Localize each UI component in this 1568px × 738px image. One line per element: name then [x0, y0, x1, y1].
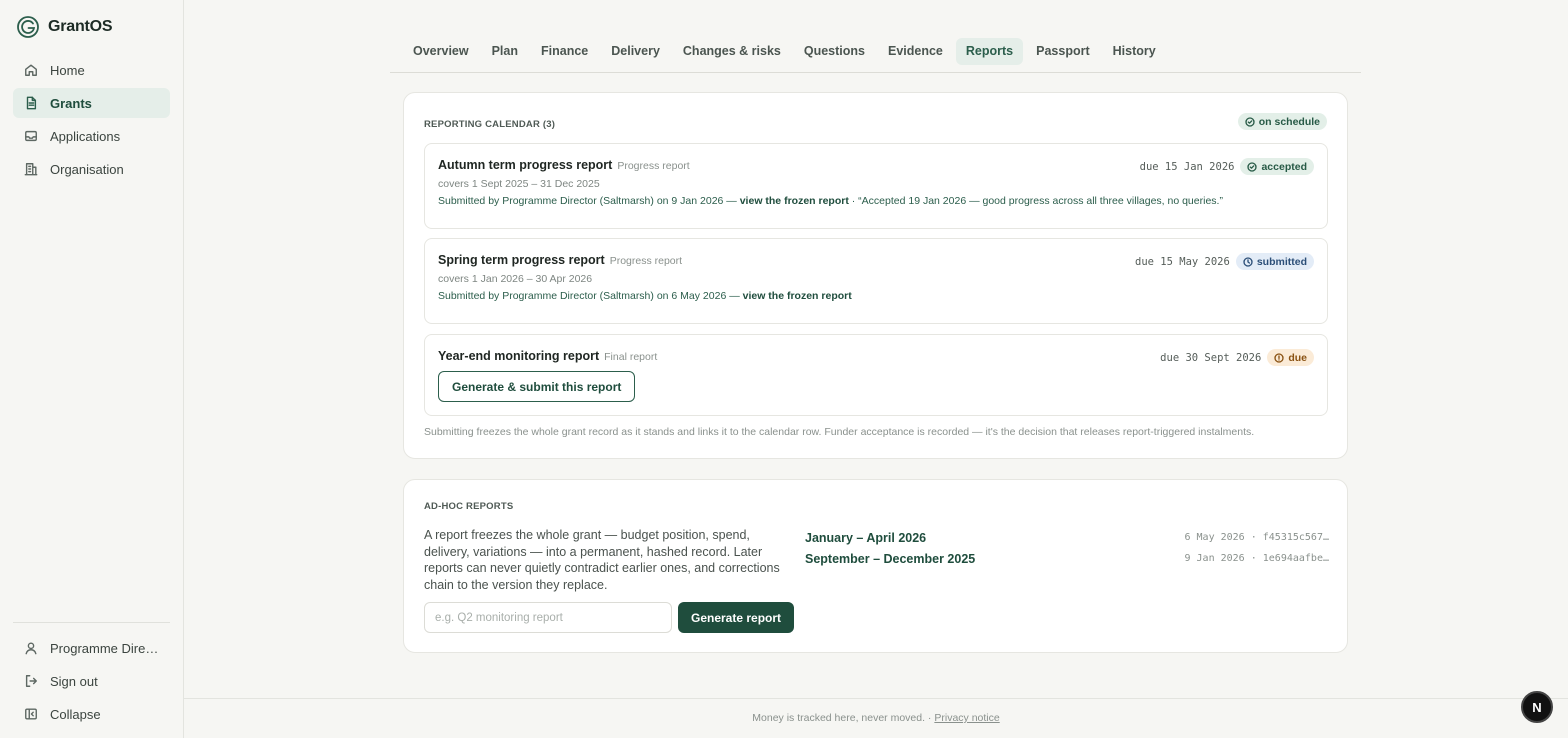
sidebar-item-label: Home [50, 62, 85, 78]
tab-passport[interactable]: Passport [1026, 38, 1100, 65]
reporting-calendar-card: REPORTING CALENDAR (3) on schedule Autum… [403, 92, 1348, 459]
tab-history[interactable]: History [1103, 38, 1166, 65]
sidebar-item-label: Grants [50, 95, 92, 111]
acceptance-note: · “Accepted 19 Jan 2026 — good progress … [848, 195, 1223, 207]
generate-submit-report-button[interactable]: Generate & submit this report [438, 371, 636, 402]
list-item: September – December 2025 9 Jan 2026 · 1… [805, 548, 1329, 569]
sidebar-item-grants[interactable]: Grants [13, 88, 170, 118]
grantos-logo-icon [17, 16, 39, 38]
footer-divider [184, 698, 1568, 699]
report-type: Progress report [609, 255, 683, 267]
sidebar-item-account[interactable]: Programme Direct… [13, 633, 170, 663]
sidebar-item-label: Collapse [50, 706, 101, 722]
check-circle-icon [1247, 161, 1258, 172]
view-frozen-report-link[interactable]: view the frozen report [743, 290, 852, 302]
document-icon [26, 96, 37, 110]
tab-questions[interactable]: Questions [794, 38, 875, 65]
adhoc-description: A report freezes the whole grant — budge… [424, 528, 780, 592]
grant-tabs: Overview Plan Finance Delivery Changes &… [390, 38, 1361, 73]
adhoc-report-meta: 9 Jan 2026 · 1e694aafbe… [1184, 553, 1330, 564]
sidebar: GrantOS Home Grants Applications Organis… [0, 0, 184, 738]
status-badge-text: submitted [1256, 255, 1307, 268]
tab-evidence[interactable]: Evidence [878, 38, 953, 65]
report-status-area: due 30 Sept 2026 due [1160, 349, 1314, 366]
app-name: GrantOS [48, 18, 113, 35]
tab-changes-risks[interactable]: Changes & risks [673, 38, 791, 65]
status-badge: accepted [1240, 158, 1314, 175]
submission-text: Submitted by Programme Director (Saltmar… [438, 195, 740, 207]
status-badge: submitted [1235, 253, 1314, 270]
privacy-notice-link[interactable]: Privacy notice [934, 712, 999, 724]
alert-circle-icon [1274, 352, 1284, 363]
sidebar-item-organisation[interactable]: Organisation [13, 154, 170, 184]
sign-out-icon [25, 675, 37, 687]
submission-info: Submitted by Programme Director (Saltmar… [438, 290, 852, 302]
adhoc-report-meta: 6 May 2026 · f45315c567… [1184, 532, 1330, 543]
report-name-input[interactable] [424, 602, 672, 633]
sidebar-item-label: Organisation [50, 161, 124, 177]
status-badge-text: accepted [1261, 160, 1307, 173]
due-date: due 15 May 2026 [1135, 255, 1230, 268]
brand[interactable]: GrantOS [16, 15, 113, 39]
inbox-icon [25, 130, 37, 142]
report-status-area: due 15 May 2026 submitted [1135, 253, 1314, 270]
submission-info: Submitted by Programme Director (Saltmar… [438, 195, 1223, 207]
clock-icon [1243, 256, 1253, 267]
sidebar-divider [13, 622, 170, 623]
tab-delivery[interactable]: Delivery [601, 38, 670, 65]
footer: Money is tracked here, never moved. · Pr… [184, 712, 1568, 724]
report-row: Autumn term progress report Progress repo… [424, 143, 1328, 229]
report-period: covers 1 Sept 2025 – 31 Dec 2025 [438, 178, 600, 190]
schedule-status-badge: on schedule [1237, 113, 1327, 130]
tab-plan[interactable]: Plan [482, 38, 528, 65]
sidebar-item-applications[interactable]: Applications [13, 121, 170, 151]
report-row: Spring term progress report Progress repo… [424, 238, 1328, 324]
sidebar-item-label: Programme Direct… [50, 640, 160, 656]
due-date: due 30 Sept 2026 [1160, 351, 1262, 364]
sidebar-item-home[interactable]: Home [13, 55, 170, 85]
calendar-footnote: Submitting freezes the whole grant recor… [424, 426, 1255, 438]
report-row: Year-end monitoring report Final report d… [424, 334, 1328, 416]
report-title: Spring term progress report Progress repo… [438, 253, 682, 267]
check-circle-icon [1245, 116, 1255, 127]
report-type: Progress report [617, 160, 690, 172]
report-title: Year-end monitoring report Final report [438, 349, 657, 363]
report-title-text: Autumn term progress report [438, 158, 613, 172]
adhoc-reports-card: AD-HOC REPORTS A report freezes the whol… [403, 479, 1348, 653]
sidebar-item-sign-out[interactable]: Sign out [13, 666, 170, 696]
user-icon [25, 642, 37, 655]
home-icon [25, 64, 37, 76]
reporting-calendar-heading: REPORTING CALENDAR (3) [424, 119, 556, 130]
adhoc-report-list: January – April 2026 6 May 2026 · f45315… [805, 527, 1329, 569]
report-title: Autumn term progress report Progress repo… [438, 158, 690, 172]
sidebar-item-collapse[interactable]: Collapse [13, 699, 170, 729]
status-badge: due [1267, 349, 1314, 366]
submission-text: Submitted by Programme Director (Saltmar… [438, 290, 743, 302]
sidebar-collapse-icon [25, 708, 37, 720]
report-status-area: due 15 Jan 2026 accepted [1140, 158, 1314, 175]
floating-n-button[interactable]: N [1521, 691, 1553, 723]
tab-overview[interactable]: Overview [390, 38, 479, 65]
report-period: covers 1 Jan 2026 – 30 Apr 2026 [438, 273, 593, 285]
adhoc-reports-heading: AD-HOC REPORTS [424, 501, 514, 512]
report-title-text: Spring term progress report [438, 253, 605, 267]
list-item: January – April 2026 6 May 2026 · f45315… [805, 527, 1329, 548]
adhoc-report-link[interactable]: September – December 2025 [805, 552, 975, 566]
generate-report-button[interactable]: Generate report [678, 602, 795, 633]
due-date: due 15 Jan 2026 [1139, 160, 1235, 173]
view-frozen-report-link[interactable]: view the frozen report [740, 195, 849, 207]
sidebar-item-label: Applications [50, 128, 121, 144]
sidebar-bottom-nav: Programme Direct… Sign out Collapse [13, 633, 170, 732]
report-type: Final report [604, 351, 658, 363]
sidebar-item-label: Sign out [50, 673, 98, 689]
footer-text: Money is tracked here, never moved. · [752, 712, 935, 724]
sidebar-nav: Home Grants Applications Organisation [13, 55, 170, 187]
building-icon [24, 163, 38, 176]
adhoc-report-link[interactable]: January – April 2026 [805, 531, 926, 545]
tab-reports[interactable]: Reports [955, 38, 1024, 65]
status-badge-text: due [1288, 351, 1307, 364]
report-title-text: Year-end monitoring report [438, 349, 600, 363]
schedule-status-text: on schedule [1258, 115, 1320, 128]
tab-finance[interactable]: Finance [531, 38, 598, 65]
